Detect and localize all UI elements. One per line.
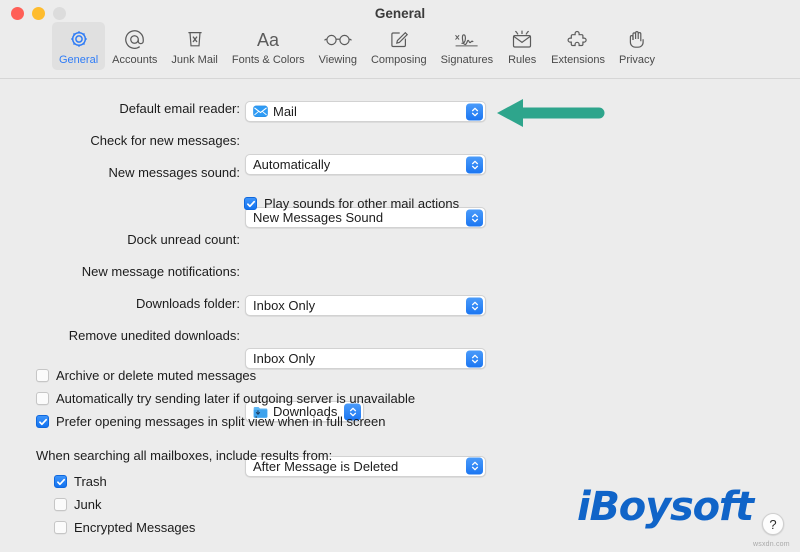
- hand-icon: [625, 25, 649, 53]
- general-settings-pane: Default email reader: Mail Check for new…: [0, 80, 800, 552]
- compose-icon: [387, 25, 411, 53]
- check-new-messages-label: Check for new messages:: [90, 133, 240, 148]
- gear-icon: [67, 25, 91, 53]
- mail-app-icon: [253, 104, 268, 119]
- dock-unread-count-value: Inbox Only: [253, 295, 315, 316]
- search-junk-label: Junk: [74, 497, 101, 512]
- search-encrypted-checkbox[interactable]: [54, 521, 67, 534]
- dock-unread-count-select[interactable]: Inbox Only: [245, 295, 486, 316]
- play-sounds-checkbox-row[interactable]: Play sounds for other mail actions: [244, 196, 459, 211]
- tab-viewing-label: Viewing: [319, 54, 357, 66]
- stepper-icon[interactable]: [466, 209, 483, 226]
- search-section-label: When searching all mailboxes, include re…: [36, 448, 332, 463]
- downloads-folder-label: Downloads folder:: [136, 296, 240, 311]
- tab-extensions[interactable]: Extensions: [544, 22, 612, 70]
- check-new-messages-select[interactable]: Automatically: [245, 154, 486, 175]
- help-button[interactable]: ?: [762, 513, 784, 535]
- stepper-icon[interactable]: [466, 156, 483, 173]
- auto-send-later-label: Automatically try sending later if outgo…: [56, 391, 415, 406]
- stepper-icon[interactable]: [466, 103, 483, 120]
- glasses-icon: [323, 25, 353, 53]
- junk-bin-icon: [183, 25, 207, 53]
- new-message-notifications-value: Inbox Only: [253, 348, 315, 369]
- stepper-icon[interactable]: [466, 458, 483, 475]
- default-email-reader-label: Default email reader:: [119, 101, 240, 116]
- tab-general-label: General: [59, 54, 98, 66]
- archive-muted-checkbox[interactable]: [36, 369, 49, 382]
- tab-extensions-label: Extensions: [551, 54, 605, 66]
- tab-signatures-label: Signatures: [441, 54, 494, 66]
- tab-fonts-colors-label: Fonts & Colors: [232, 54, 305, 66]
- archive-muted-checkbox-row[interactable]: Archive or delete muted messages: [36, 368, 256, 383]
- tab-general[interactable]: General: [52, 22, 105, 70]
- default-email-reader-value: Mail: [273, 101, 297, 122]
- at-sign-icon: [122, 25, 147, 53]
- tab-privacy-label: Privacy: [619, 54, 655, 66]
- archive-muted-label: Archive or delete muted messages: [56, 368, 256, 383]
- auto-send-later-checkbox[interactable]: [36, 392, 49, 405]
- tab-fonts-colors[interactable]: Aa Fonts & Colors: [225, 22, 312, 70]
- aa-text-icon: Aa: [251, 25, 285, 53]
- preferences-toolbar: General Accounts Junk: [0, 22, 800, 79]
- auto-send-later-checkbox-row[interactable]: Automatically try sending later if outgo…: [36, 391, 415, 406]
- tab-rules-label: Rules: [508, 54, 536, 66]
- play-sounds-checkbox[interactable]: [244, 197, 257, 210]
- remove-unedited-downloads-label: Remove unedited downloads:: [69, 328, 240, 343]
- search-junk-checkbox-row[interactable]: Junk: [54, 497, 101, 512]
- search-junk-checkbox[interactable]: [54, 498, 67, 511]
- check-new-messages-value: Automatically: [253, 154, 330, 175]
- search-encrypted-checkbox-row[interactable]: Encrypted Messages: [54, 520, 195, 535]
- split-view-checkbox[interactable]: [36, 415, 49, 428]
- stepper-icon[interactable]: [466, 297, 483, 314]
- new-messages-sound-label: New messages sound:: [108, 165, 240, 180]
- default-email-reader-select[interactable]: Mail: [245, 101, 486, 122]
- play-sounds-label: Play sounds for other mail actions: [264, 196, 459, 211]
- annotation-arrow-icon: [495, 96, 605, 135]
- search-trash-label: Trash: [74, 474, 107, 489]
- watermark-logo: iBoysoft: [577, 487, 753, 527]
- signature-icon: [451, 25, 483, 53]
- tab-rules[interactable]: Rules: [500, 22, 544, 70]
- tab-junk-mail-label: Junk Mail: [171, 54, 217, 66]
- tab-composing[interactable]: Composing: [364, 22, 434, 70]
- new-message-notifications-select[interactable]: Inbox Only: [245, 348, 486, 369]
- watermark-subtext: wsxdn.com: [753, 541, 790, 548]
- new-message-notifications-label: New message notifications:: [82, 264, 240, 279]
- tab-composing-label: Composing: [371, 54, 427, 66]
- svg-text:Aa: Aa: [257, 30, 280, 50]
- split-view-label: Prefer opening messages in split view wh…: [56, 414, 386, 429]
- preferences-window: General General: [0, 0, 800, 552]
- tab-accounts[interactable]: Accounts: [105, 22, 164, 70]
- tab-privacy[interactable]: Privacy: [612, 22, 662, 70]
- search-trash-checkbox[interactable]: [54, 475, 67, 488]
- search-encrypted-label: Encrypted Messages: [74, 520, 195, 535]
- tab-signatures[interactable]: Signatures: [434, 22, 501, 70]
- search-trash-checkbox-row[interactable]: Trash: [54, 474, 107, 489]
- dock-unread-count-label: Dock unread count:: [127, 232, 240, 247]
- tab-junk-mail[interactable]: Junk Mail: [164, 22, 224, 70]
- split-view-checkbox-row[interactable]: Prefer opening messages in split view wh…: [36, 414, 386, 429]
- tab-viewing[interactable]: Viewing: [312, 22, 364, 70]
- tab-accounts-label: Accounts: [112, 54, 157, 66]
- puzzle-icon: [565, 25, 591, 53]
- stepper-icon[interactable]: [466, 350, 483, 367]
- rules-mail-icon: [509, 25, 535, 53]
